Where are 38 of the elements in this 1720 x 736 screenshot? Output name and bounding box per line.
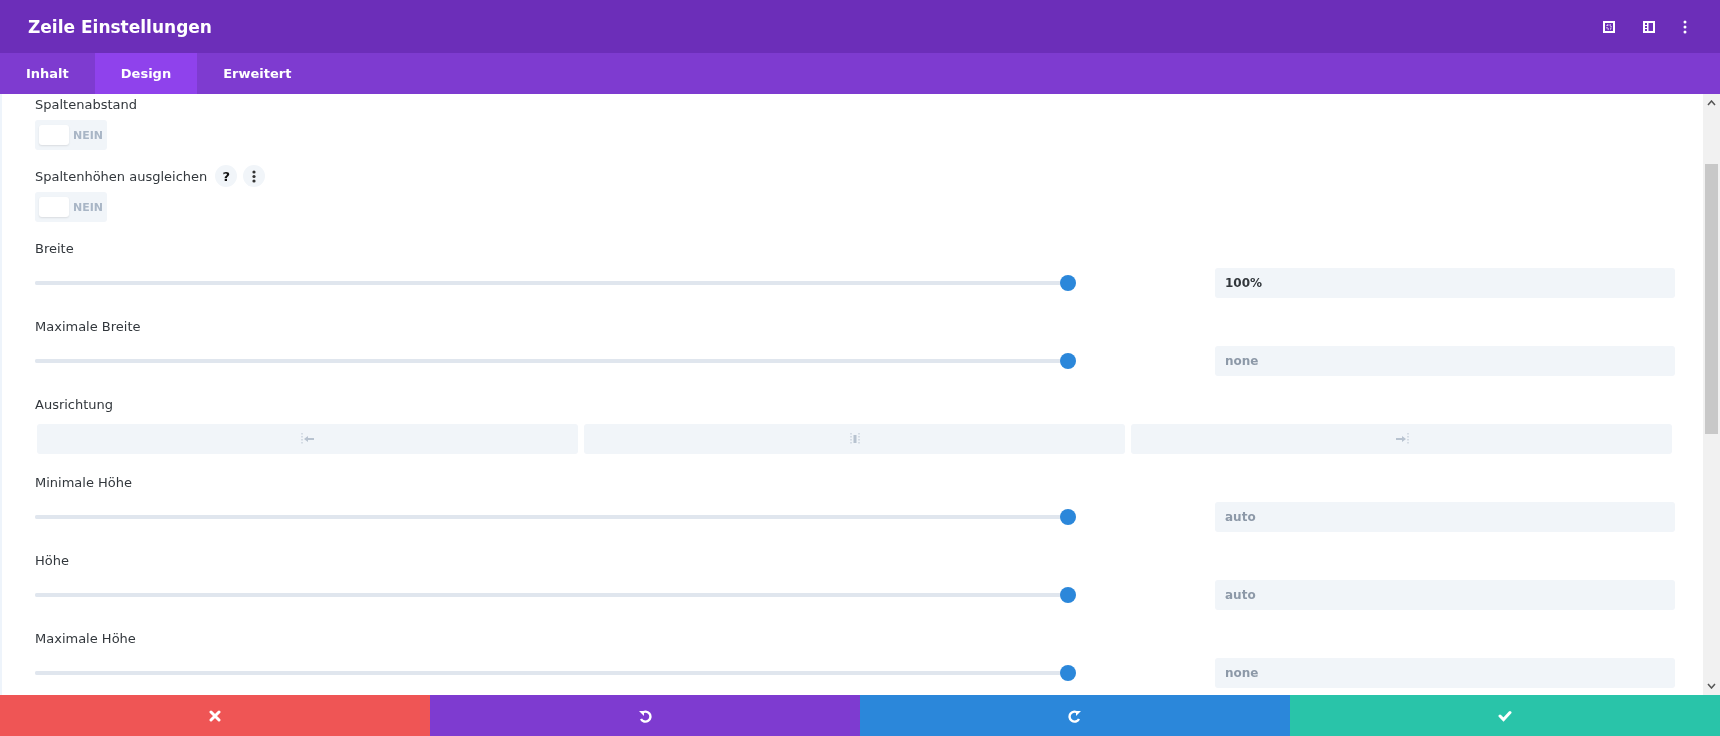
slider-thumb[interactable] — [1060, 353, 1076, 369]
help-button[interactable]: ? — [215, 165, 238, 187]
undo-icon — [638, 708, 652, 723]
align-right-icon — [1394, 432, 1409, 446]
tab[interactable]: Erweitert — [197, 53, 318, 94]
slider-thumb[interactable] — [1060, 665, 1076, 681]
slider-thumb[interactable] — [1060, 587, 1076, 603]
input-field[interactable]: 100% — [1215, 268, 1675, 298]
sidebar-layout-icon[interactable] — [1643, 20, 1655, 33]
setting-label: Maximale Höhe — [35, 630, 136, 646]
setting-label: Spaltenhöhen ausgleichen — [35, 168, 208, 184]
setting-label: Spaltenabstand — [35, 96, 137, 112]
input-field[interactable]: none — [1215, 346, 1675, 376]
setting-label: Ausrichtung — [35, 396, 114, 412]
setting-label: Minimale Höhe — [35, 474, 133, 490]
window-title: Zeile Einstellungen — [28, 16, 212, 37]
input-field[interactable]: auto — [1215, 502, 1675, 532]
scroll-up-icon[interactable] — [1707, 100, 1716, 106]
tab[interactable]: Design — [94, 53, 198, 94]
expand-icon[interactable] — [1603, 20, 1615, 33]
slider-thumb[interactable] — [1060, 509, 1076, 525]
input-field[interactable]: auto — [1215, 580, 1675, 610]
align-left-icon — [300, 432, 315, 446]
more-options-button[interactable] — [243, 165, 266, 187]
scroll-down-icon[interactable] — [1707, 683, 1716, 689]
redo-icon — [1068, 708, 1082, 723]
align-center-icon — [847, 432, 862, 446]
check-icon — [1498, 709, 1512, 722]
more-options-icon — [252, 169, 257, 183]
slider-thumb[interactable] — [1060, 275, 1076, 291]
more-options-icon[interactable] — [1683, 19, 1687, 34]
close-icon — [209, 709, 221, 722]
setting-label: Höhe — [35, 552, 69, 568]
scrollbar[interactable] — [1703, 94, 1720, 695]
input-field[interactable]: none — [1215, 658, 1675, 688]
tab[interactable]: Inhalt — [0, 53, 95, 94]
setting-label: Breite — [35, 240, 74, 256]
setting-label: Maximale Breite — [35, 318, 141, 334]
